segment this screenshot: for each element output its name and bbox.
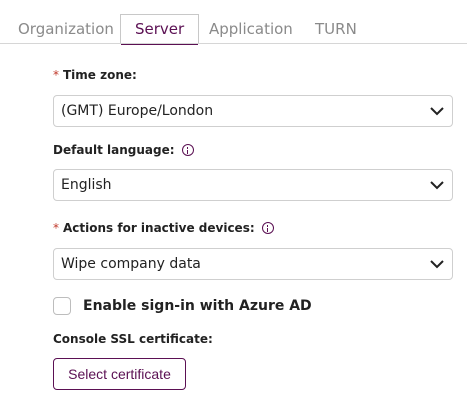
tab-organization[interactable]: Organization <box>18 17 114 41</box>
tab-divider <box>0 43 467 44</box>
required-mark: * <box>53 221 59 235</box>
tab-turn[interactable]: TURN <box>315 17 357 41</box>
chevron-down-icon <box>430 260 444 269</box>
language-label: Default language: <box>53 143 194 157</box>
tab-server[interactable]: Server <box>120 14 200 45</box>
inactive-devices-label-text: Actions for inactive devices: <box>63 221 255 235</box>
language-value: English <box>61 177 112 193</box>
inactive-devices-select[interactable]: Wipe company data <box>53 248 453 280</box>
language-label-text: Default language: <box>53 143 175 157</box>
chevron-down-icon <box>430 181 444 190</box>
tab-application[interactable]: Application <box>209 17 293 41</box>
azure-signin-row: Enable sign-in with Azure AD <box>53 295 312 317</box>
timezone-value: (GMT) Europe/London <box>61 103 214 119</box>
ssl-label: Console SSL certificate: <box>53 332 213 346</box>
timezone-label-text: Time zone: <box>63 68 137 82</box>
timezone-select[interactable]: (GMT) Europe/London <box>53 95 453 127</box>
inactive-devices-value: Wipe company data <box>61 256 201 272</box>
inactive-devices-label: * Actions for inactive devices: <box>53 221 274 235</box>
timezone-label: * Time zone: <box>53 68 137 82</box>
select-certificate-button[interactable]: Select certificate <box>53 358 186 390</box>
ssl-label-text: Console SSL certificate: <box>53 332 213 346</box>
chevron-down-icon <box>430 107 444 116</box>
required-mark: * <box>53 68 59 82</box>
tab-bar: Organization Server Application TURN <box>0 0 467 45</box>
azure-signin-checkbox[interactable] <box>53 297 71 315</box>
azure-signin-label[interactable]: Enable sign-in with Azure AD <box>83 298 312 314</box>
language-select[interactable]: English <box>53 169 453 201</box>
info-icon[interactable] <box>181 144 194 156</box>
info-icon[interactable] <box>261 222 274 234</box>
